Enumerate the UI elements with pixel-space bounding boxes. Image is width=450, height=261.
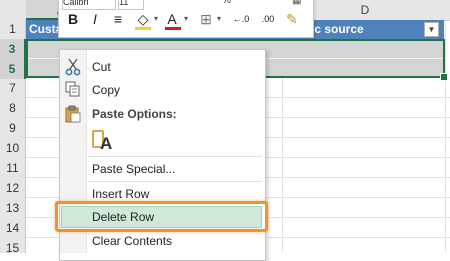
paste-icon <box>65 105 81 123</box>
callout-highlight <box>55 201 268 232</box>
menu-separator <box>88 181 262 182</box>
fill-color-swatch <box>135 27 151 30</box>
row-header-10[interactable]: 10 <box>0 138 26 158</box>
row-header-7[interactable]: 7 <box>0 79 26 98</box>
menu-item-clear-contents[interactable]: Clear Contents <box>92 231 172 251</box>
row-header-13[interactable]: 13 <box>0 198 26 218</box>
row-header-1[interactable]: 1 <box>0 20 26 39</box>
menu-item-paste-special-label: Paste Special... <box>92 162 176 176</box>
italic-button[interactable]: I <box>86 9 104 29</box>
filter-dropdown-icon[interactable]: ▼ <box>424 22 439 37</box>
row-header-14[interactable]: 14 <box>0 218 26 238</box>
menu-item-copy[interactable]: Copy <box>92 80 120 100</box>
font-color-dropdown-chevron-icon[interactable]: ▾ <box>184 14 188 23</box>
paste-keep-text-icon[interactable]: A <box>92 128 114 154</box>
menu-item-cut[interactable]: Cut <box>92 57 111 77</box>
fill-color-icon[interactable]: ◇ <box>132 9 154 29</box>
menu-item-clear-contents-label: Clear Contents <box>92 234 173 248</box>
font-color-icon[interactable]: A <box>163 9 181 29</box>
menu-item-copy-label: Copy <box>92 83 121 97</box>
increase-decimal-icon[interactable]: .00 <box>256 9 280 29</box>
menu-item-paste-special[interactable]: Paste Special... <box>92 159 175 179</box>
row-header-9[interactable]: 9 <box>0 118 26 138</box>
bold-button[interactable]: B <box>64 9 82 29</box>
table-header-source[interactable]: ic source <box>311 20 364 39</box>
scissors-icon <box>65 58 81 76</box>
column-d-header[interactable]: D <box>340 0 390 20</box>
table-style-icon[interactable]: ▦ <box>292 0 308 6</box>
menu-separator <box>88 156 262 157</box>
borders-icon[interactable]: ⊞ <box>197 9 215 29</box>
row-header-12[interactable]: 12 <box>0 178 26 198</box>
paste-glyph: A <box>100 134 113 153</box>
fill-handle[interactable] <box>440 73 448 81</box>
menu-item-insert-row-label: Insert Row <box>92 187 150 201</box>
paste-options-heading: Paste Options: <box>92 107 177 121</box>
row-header-3[interactable]: 3 <box>0 39 26 59</box>
decrease-decimal-icon[interactable]: ←.0 <box>228 9 254 29</box>
font-color-swatch <box>165 27 181 30</box>
row-header-15[interactable]: 15 <box>0 238 26 255</box>
format-painter-icon[interactable]: ✎ <box>282 9 302 29</box>
align-center-icon[interactable]: ≡ <box>108 9 128 29</box>
row-header-8[interactable]: 8 <box>0 98 26 118</box>
row-header-5[interactable]: 5 <box>0 59 26 79</box>
percent-style-button[interactable]: % <box>222 0 242 6</box>
menu-item-cut-label: Cut <box>92 60 111 74</box>
copy-icon <box>65 81 81 97</box>
row-header-11[interactable]: 11 <box>0 158 26 178</box>
borders-dropdown-chevron-icon[interactable]: ▾ <box>217 14 221 23</box>
fill-dropdown-chevron-icon[interactable]: ▾ <box>154 14 158 23</box>
